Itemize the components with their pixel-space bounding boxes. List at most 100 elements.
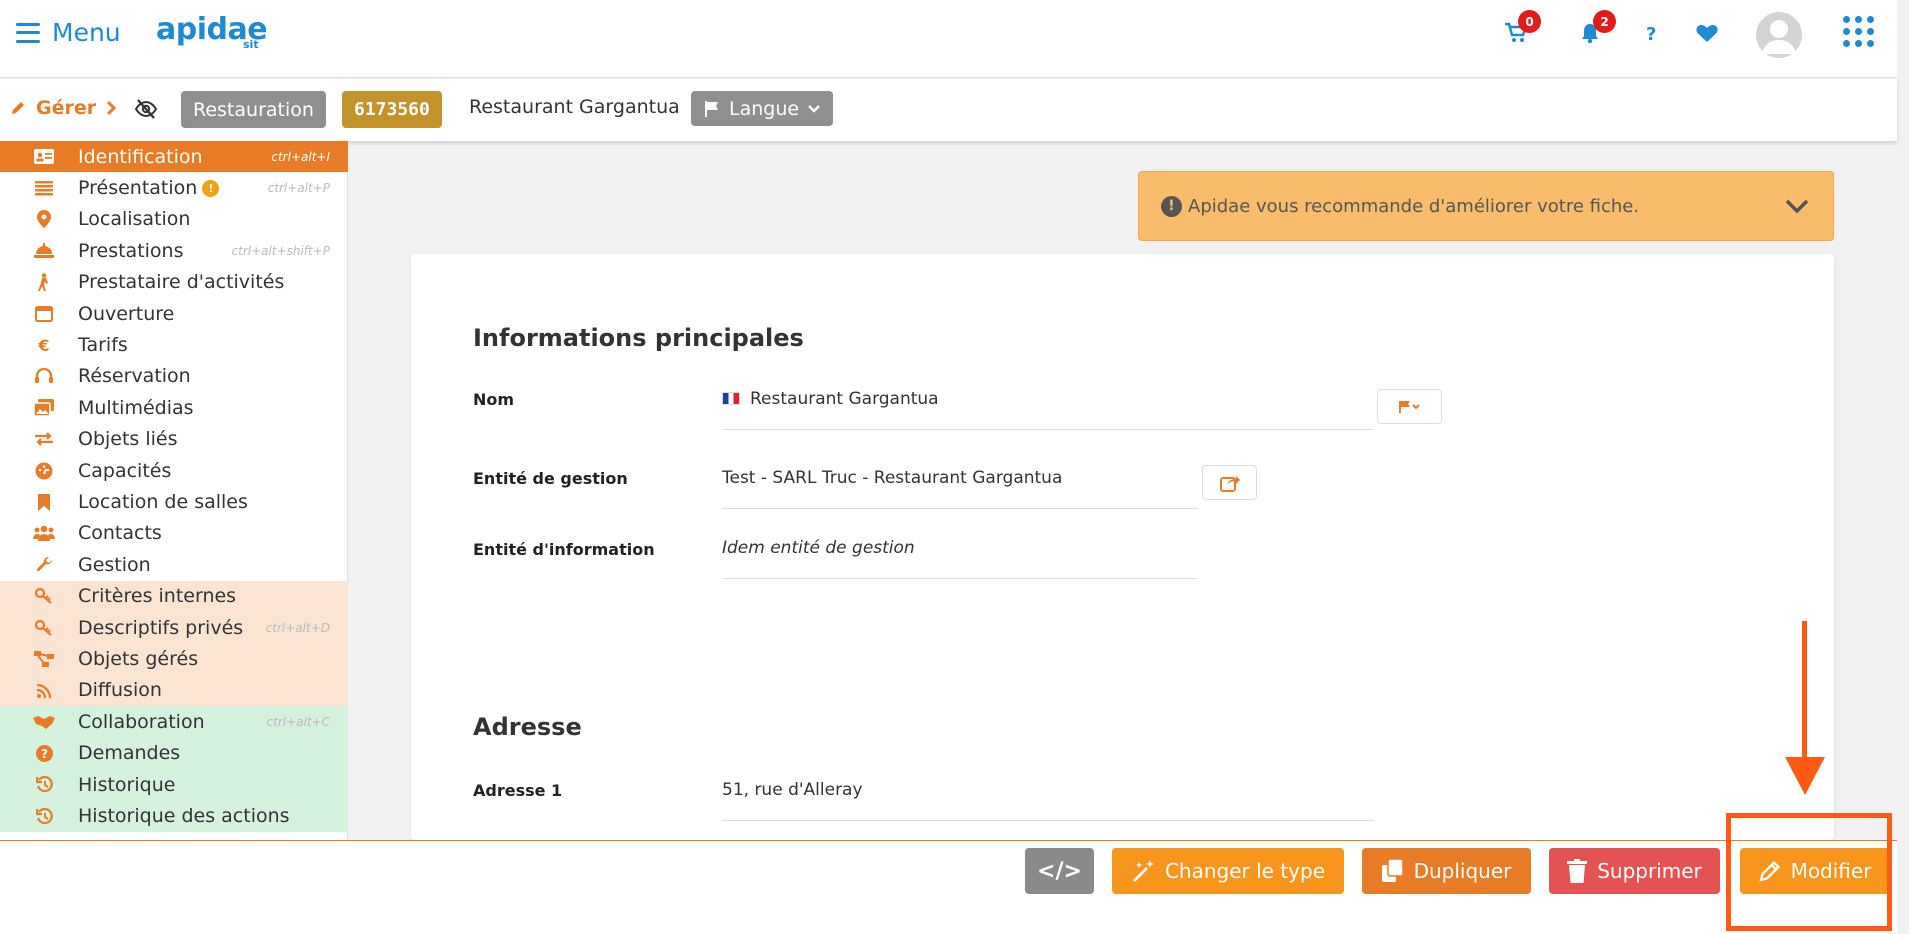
hamburger-icon [16, 22, 40, 43]
object-toolbar: Gérer Restauration 6173560 Restaurant Ga… [0, 79, 1897, 141]
svg-text:?: ? [41, 747, 48, 761]
sidebar-item-label: Collaboration [78, 710, 205, 733]
section-title-informations: Informations principales [473, 324, 804, 352]
nom-label: Nom [473, 390, 515, 409]
open-entity-button[interactable] [1202, 465, 1257, 500]
cart-button[interactable]: 0 [1504, 10, 1541, 48]
sidebar-item-label: Tarifs [78, 334, 128, 357]
sidebar-item-multimedias[interactable]: Multimédias [0, 392, 348, 423]
notifications-button[interactable]: 2 [1579, 10, 1616, 48]
sidebar-item-objets-lies[interactable]: Objets liés [0, 424, 348, 455]
main-card: Informations principales Nom Restaurant … [411, 254, 1834, 840]
sitemap-icon [33, 649, 55, 669]
chevron-right-icon [107, 100, 117, 116]
shortcut-hint: ctrl+alt+D [265, 620, 330, 635]
history-icon [33, 775, 55, 795]
sidebar-item-diffusion[interactable]: Diffusion [0, 674, 348, 707]
sidebar-item-label: Multimédias [78, 396, 194, 419]
menu-button[interactable]: Menu [16, 18, 121, 47]
sidebar-item-label: Demandes [78, 742, 181, 765]
top-bar: Menu apidae sit 0 2 ? [0, 0, 1897, 78]
language-flag-dropdown[interactable] [1377, 389, 1442, 424]
chevron-down-icon[interactable] [1783, 192, 1811, 220]
sidebar-item-objets-geres[interactable]: Objets gérés [0, 643, 348, 675]
annotation-arrow-shaft [1802, 621, 1807, 761]
sidebar-item-label: Location de salles [78, 491, 248, 514]
sidebar-item-descriptifs-prives[interactable]: Descriptifs privés ctrl+alt+D [0, 612, 348, 644]
recommendation-alert[interactable]: ! Apidae vous recommande d'améliorer vot… [1138, 171, 1834, 241]
eye-slash-icon[interactable] [134, 98, 158, 124]
trash-icon [1567, 859, 1588, 883]
favorites-button[interactable] [1696, 24, 1718, 47]
sidebar-item-tarifs[interactable]: € Tarifs [0, 329, 348, 360]
list-icon [33, 178, 55, 198]
sidebar-item-label: Critères internes [78, 585, 237, 608]
sidebar-item-historique-actions[interactable]: Historique des actions [0, 800, 348, 832]
user-avatar[interactable] [1756, 12, 1802, 58]
cart-badge: 0 [1518, 10, 1541, 33]
shortcut-hint: ctrl+alt+I [271, 149, 330, 164]
sidebar-item-label: Réservation [78, 365, 191, 388]
delete-button[interactable]: Supprimer [1549, 848, 1720, 894]
sidebar-item-prestations[interactable]: Prestations ctrl+alt+shift+P [0, 235, 348, 266]
key-icon [33, 618, 55, 638]
arrows-exchange-icon [33, 429, 55, 449]
id-tag: 6173560 [342, 91, 442, 128]
sidebar-item-collaboration[interactable]: Collaboration ctrl+alt+C [0, 706, 348, 738]
change-type-button[interactable]: Changer le type [1112, 848, 1344, 894]
sidebar-item-identification[interactable]: Identification ctrl+alt+I [0, 141, 348, 173]
sidebar-item-localisation[interactable]: Localisation [0, 204, 348, 235]
gerer-breadcrumb[interactable]: Gérer [10, 97, 117, 119]
sidebar-item-label: Diffusion [78, 679, 162, 702]
sidebar-item-criteres-internes[interactable]: Critères internes [0, 580, 348, 612]
section-title-adresse: Adresse [473, 713, 582, 741]
sidebar-item-reservation[interactable]: Réservation [0, 361, 348, 392]
bell-service-icon [33, 241, 55, 261]
code-view-button[interactable]: </> [1025, 848, 1094, 894]
annotation-arrow-head [1785, 757, 1825, 795]
gauge-icon [33, 461, 55, 481]
gerer-label: Gérer [36, 97, 97, 119]
key-icon [33, 586, 55, 606]
sidebar-item-gestion[interactable]: Gestion [0, 549, 348, 580]
share-square-icon [1219, 475, 1240, 492]
magic-wand-icon [1132, 860, 1154, 882]
sidebar-item-contacts[interactable]: Contacts [0, 518, 348, 549]
apps-grid-icon[interactable] [1843, 16, 1874, 47]
sidebar-item-capacites[interactable]: Capacités [0, 455, 348, 486]
history-icon [33, 806, 55, 826]
sidebar-item-prestataire-activites[interactable]: Prestataire d'activités [0, 267, 348, 298]
warning-icon: ! [202, 180, 220, 198]
sidebar-item-label: Contacts [78, 522, 162, 545]
language-dropdown[interactable]: Langue [691, 91, 833, 126]
map-pin-icon [33, 209, 55, 229]
adresse1-field: 51, rue d'Alleray [722, 780, 1374, 821]
flag-icon [705, 100, 718, 117]
entite-gestion-label: Entité de gestion [473, 469, 628, 488]
type-tag: Restauration [181, 91, 326, 128]
sidebar-item-demandes[interactable]: ? Demandes [0, 737, 348, 769]
logo-sub: sit [243, 38, 259, 51]
user-icon [1762, 20, 1796, 54]
rss-icon [33, 680, 55, 700]
sidebar-item-label: Descriptifs privés [78, 616, 244, 639]
pencil-icon [12, 102, 24, 114]
object-title: Restaurant Gargantua [469, 96, 680, 118]
sidebar-item-label: Ouverture [78, 302, 175, 325]
sidebar-item-label: Présentation [78, 177, 198, 200]
entite-gestion-value: Test - SARL Truc - Restaurant Gargantua [722, 468, 1063, 488]
help-button[interactable]: ? [1646, 24, 1656, 45]
duplicate-button[interactable]: Dupliquer [1362, 848, 1531, 894]
sidebar-item-location-salles[interactable]: Location de salles [0, 486, 348, 517]
delete-label: Supprimer [1597, 859, 1702, 883]
nom-field[interactable]: Restaurant Gargantua [722, 389, 1374, 430]
euro-icon: € [38, 335, 50, 355]
sidebar-item-label: Prestations [78, 239, 184, 262]
sidebar-item-label: Identification [78, 145, 203, 168]
sidebar-item-ouverture[interactable]: Ouverture [0, 298, 348, 329]
sidebar-item-presentation[interactable]: Présentation! ctrl+alt+P [0, 172, 348, 203]
headset-icon [33, 366, 55, 386]
flag-icon [1398, 400, 1420, 413]
entite-information-label: Entité d'information [473, 540, 655, 559]
sidebar-item-historique[interactable]: Historique [0, 769, 348, 801]
